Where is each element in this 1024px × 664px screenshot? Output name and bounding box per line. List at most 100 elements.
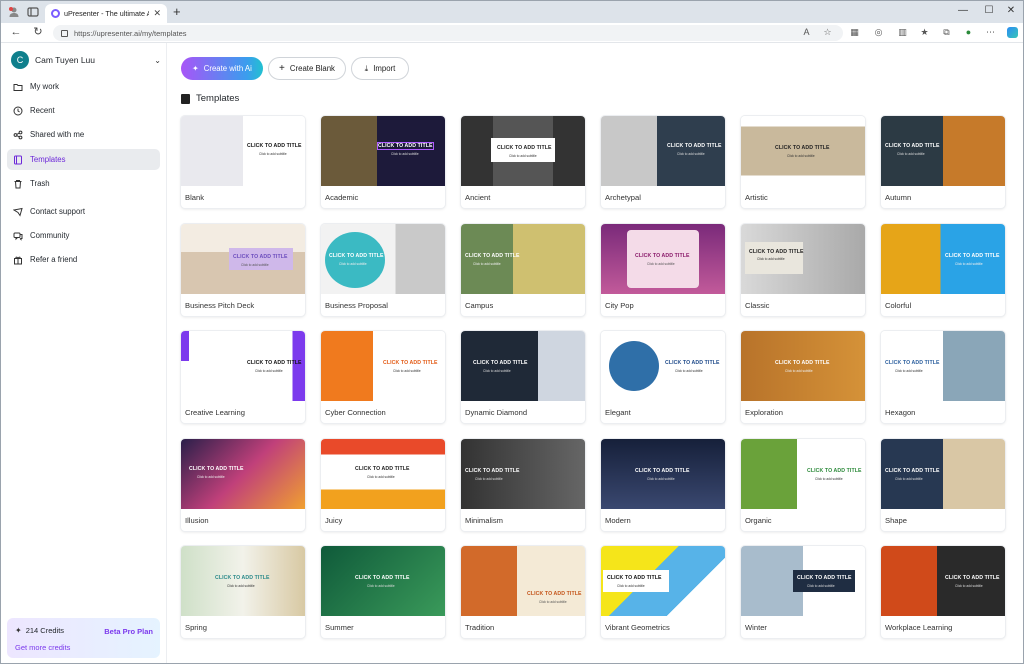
thumbnail-subtitle: Click to add subtitle <box>473 261 501 266</box>
more-options-icon[interactable]: ⋯ <box>985 27 996 38</box>
template-thumbnail: CLICK TO ADD TITLE Click to add subtitle <box>461 438 585 509</box>
template-card[interactable]: CLICK TO ADD TITLE Click to add subtitle A… <box>881 116 1005 208</box>
sidebar-item-label: Contact support <box>30 207 86 216</box>
template-card[interactable]: CLICK TO ADD TITLE Click to add subtitle C… <box>881 223 1005 316</box>
workspaces-icon[interactable] <box>26 5 40 19</box>
lock-icon <box>61 29 68 37</box>
template-card[interactable]: CLICK TO ADD TITLE Click to add subtitle B… <box>181 116 305 208</box>
sidebar-item-my-work[interactable]: My work <box>7 76 160 97</box>
template-name: City Pop <box>605 300 634 310</box>
split-screen-icon[interactable]: ▥ <box>897 27 908 38</box>
create-with-ai-button[interactable]: ✦ Create with Ai <box>181 57 263 80</box>
sidebar-item-label: Refer a friend <box>30 255 78 264</box>
download-icon: ⤓ <box>364 63 369 73</box>
thumbnail-title: CLICK TO ADD TITLE <box>527 591 582 597</box>
maximize-icon[interactable]: ☐ <box>979 5 999 17</box>
template-thumbnail: CLICK TO ADD TITLE Click to add subtitle <box>881 438 1005 509</box>
template-card[interactable]: CLICK TO ADD TITLE Click to add subtitle A… <box>601 116 725 208</box>
new-tab-button[interactable]: + <box>173 5 181 18</box>
template-card[interactable]: CLICK TO ADD TITLE Click to add subtitle C… <box>461 223 585 316</box>
sidebar-item-recent[interactable]: Recent <box>7 100 160 121</box>
template-thumbnail: CLICK TO ADD TITLE Click to add subtitle <box>881 331 1005 401</box>
trash-icon <box>14 179 22 188</box>
get-more-credits-link[interactable]: Get more credits <box>15 643 70 652</box>
sidebar-item-templates[interactable]: Templates <box>7 149 160 170</box>
browser-tab[interactable]: uPresenter - The ultimate AI platf ✕ <box>45 4 167 23</box>
thumbnail-title: CLICK TO ADD TITLE <box>885 467 940 474</box>
template-card[interactable]: CLICK TO ADD TITLE Click to add subtitle T… <box>461 546 585 638</box>
template-card[interactable]: CLICK TO ADD TITLE Click to add subtitle S… <box>181 546 305 638</box>
template-card[interactable]: CLICK TO ADD TITLE Click to add subtitle E… <box>601 331 725 423</box>
copilot-icon[interactable] <box>1007 27 1018 38</box>
collections-icon[interactable]: ⧉ <box>941 27 952 38</box>
template-card[interactable]: CLICK TO ADD TITLE Click to add subtitle V… <box>601 546 725 638</box>
thumbnail-subtitle: Click to add subtitle <box>955 261 983 266</box>
template-card[interactable]: CLICK TO ADD TITLE Click to add subtitle C… <box>601 223 725 316</box>
thumbnail-subtitle: Click to add subtitle <box>815 476 843 481</box>
sidebar-item-label: Shared with me <box>30 130 85 139</box>
refresh-icon[interactable]: ↻ <box>31 26 45 39</box>
template-card[interactable]: CLICK TO ADD TITLE Click to add subtitle A… <box>461 116 585 208</box>
template-card[interactable]: CLICK TO ADD TITLE Click to add subtitle H… <box>881 331 1005 423</box>
template-card[interactable]: CLICK TO ADD TITLE Click to add subtitle C… <box>181 331 305 423</box>
minimize-icon[interactable]: — <box>953 5 973 17</box>
reading-mode-icon[interactable]: ◎ <box>873 27 884 38</box>
sidebar-item-contact-support[interactable]: Contact support <box>7 201 160 222</box>
thumbnail-subtitle: Click to add subtitle <box>895 476 923 481</box>
template-card[interactable]: CLICK TO ADD TITLE Click to add subtitle J… <box>321 438 445 531</box>
security-icon[interactable]: ● <box>963 27 974 38</box>
thumbnail-title: CLICK TO ADD TITLE <box>497 145 552 151</box>
thumbnail-title: CLICK TO ADD TITLE <box>247 360 302 366</box>
sidebar-item-trash[interactable]: Trash <box>7 173 160 194</box>
template-name: Minimalism <box>465 515 503 525</box>
template-card[interactable]: CLICK TO ADD TITLE Click to add subtitle C… <box>321 331 445 423</box>
thumbnail-subtitle: Click to add subtitle <box>677 152 705 156</box>
template-card[interactable]: CLICK TO ADD TITLE Click to add subtitle A… <box>321 116 445 208</box>
create-blank-button[interactable]: + Create Blank <box>268 57 346 80</box>
template-card[interactable]: CLICK TO ADD TITLE Click to add subtitle W… <box>741 546 865 638</box>
url-input[interactable]: https://upresenter.ai/my/templates <box>53 25 843 41</box>
import-button[interactable]: ⤓ Import <box>351 57 409 80</box>
template-name: Hexagon <box>885 408 916 417</box>
template-card[interactable]: CLICK TO ADD TITLE Click to add subtitle B… <box>181 223 305 316</box>
favorite-star-icon[interactable]: ☆ <box>822 27 833 38</box>
template-card[interactable]: CLICK TO ADD TITLE Click to add subtitle S… <box>321 546 445 638</box>
template-name: Cyber Connection <box>325 408 386 417</box>
thumbnail-title: CLICK TO ADD TITLE <box>465 252 520 259</box>
template-card[interactable]: CLICK TO ADD TITLE Click to add subtitle S… <box>881 438 1005 531</box>
thumbnail-shape <box>603 570 669 592</box>
thumbnail-title: CLICK TO ADD TITLE <box>215 575 270 581</box>
template-name: Vibrant Geometrics <box>605 623 670 632</box>
template-card[interactable]: CLICK TO ADD TITLE Click to add subtitle M… <box>601 438 725 531</box>
template-card[interactable]: CLICK TO ADD TITLE Click to add subtitle D… <box>461 331 585 423</box>
support-icon <box>13 207 23 217</box>
tab-close-icon[interactable]: ✕ <box>153 8 161 19</box>
thumbnail-subtitle: Click to add subtitle <box>955 584 983 588</box>
main-content: ✦ Create with Ai + Create Blank ⤓ Import… <box>168 43 1023 663</box>
template-card[interactable]: CLICK TO ADD TITLE Click to add subtitle B… <box>321 223 445 316</box>
favorites-icon[interactable]: ★ <box>919 27 930 38</box>
template-card[interactable]: CLICK TO ADD TITLE Click to add subtitle O… <box>741 438 865 531</box>
read-aloud-icon[interactable]: A <box>801 27 812 38</box>
template-name: Autumn <box>885 193 912 202</box>
template-name: Winter <box>745 623 767 632</box>
profile-icon[interactable] <box>7 5 21 19</box>
template-card[interactable]: CLICK TO ADD TITLE Click to add subtitle C… <box>741 223 865 316</box>
template-thumbnail: CLICK TO ADD TITLE Click to add subtitle <box>321 546 445 616</box>
template-card[interactable]: CLICK TO ADD TITLE Click to add subtitle W… <box>881 546 1005 638</box>
template-card[interactable]: CLICK TO ADD TITLE Click to add subtitle E… <box>741 331 865 423</box>
template-card[interactable]: CLICK TO ADD TITLE Click to add subtitle A… <box>741 116 865 208</box>
template-thumbnail: CLICK TO ADD TITLE Click to add subtitle <box>601 223 725 294</box>
thumbnail-title: CLICK TO ADD TITLE <box>377 142 434 150</box>
template-card[interactable]: CLICK TO ADD TITLE Click to add subtitle M… <box>461 438 585 531</box>
template-card[interactable]: CLICK TO ADD TITLE Click to add subtitle I… <box>181 438 305 531</box>
template-thumbnail: CLICK TO ADD TITLE Click to add subtitle <box>181 116 305 186</box>
sidebar-item-refer-friend[interactable]: Refer a friend <box>7 249 160 270</box>
template-thumbnail: CLICK TO ADD TITLE Click to add subtitle <box>741 546 865 616</box>
back-icon[interactable]: ← <box>9 26 23 39</box>
sidebar-item-community[interactable]: Community <box>7 225 160 246</box>
extension-icon[interactable]: ▦ <box>849 27 860 38</box>
account-menu[interactable]: C Cam Tuyen Luu ⌄ <box>11 51 161 69</box>
sidebar-item-shared[interactable]: Shared with me <box>7 124 160 145</box>
close-window-icon[interactable]: ✕ <box>1001 5 1021 17</box>
